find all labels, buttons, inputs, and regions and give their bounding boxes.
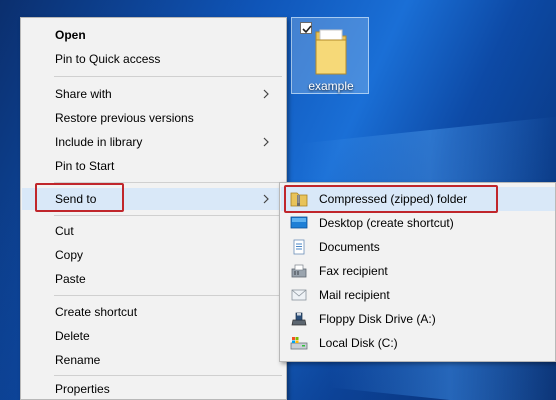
submenu-item-label: Fax recipient [319, 264, 388, 278]
menu-item-label: Create shortcut [55, 305, 138, 319]
documents-icon [293, 239, 305, 255]
desktop-item-example[interactable]: example [291, 17, 369, 94]
submenu-item-label: Floppy Disk Drive (A:) [319, 312, 436, 326]
fax-icon [291, 264, 307, 278]
menu-item-pin-start[interactable]: Pin to Start [22, 155, 285, 177]
menu-item-label: Pin to Quick access [55, 52, 161, 66]
send-to-submenu: Compressed (zipped) folder Desktop (crea… [279, 182, 556, 362]
menu-item-label: Rename [55, 353, 101, 367]
menu-item-copy[interactable]: Copy [22, 244, 285, 266]
menu-item-share-with[interactable]: Share with [22, 83, 285, 105]
menu-item-pin-quick-access[interactable]: Pin to Quick access [22, 48, 285, 70]
submenu-item-label: Local Disk (C:) [319, 336, 398, 350]
chevron-right-icon [263, 137, 269, 147]
menu-item-label: Restore previous versions [55, 111, 194, 125]
desktop-item-label: example [308, 79, 354, 93]
menu-separator [54, 375, 282, 376]
submenu-item-label: Compressed (zipped) folder [319, 192, 468, 206]
menu-item-label: Share with [55, 87, 112, 101]
mail-icon [291, 289, 307, 301]
menu-item-label: Include in library [55, 135, 143, 149]
menu-item-label: Properties [55, 382, 110, 396]
menu-item-properties[interactable]: Properties [22, 378, 285, 400]
menu-item-delete[interactable]: Delete [22, 325, 285, 347]
floppy-drive-icon [291, 312, 307, 326]
menu-item-label: Copy [55, 248, 84, 262]
send-to-mail-recipient[interactable]: Mail recipient [281, 283, 555, 307]
menu-item-label: Send to [55, 192, 97, 206]
menu-item-label: Delete [55, 329, 90, 343]
menu-separator [54, 295, 282, 296]
desktop-icon [290, 216, 308, 229]
menu-item-label: Pin to Start [55, 159, 115, 173]
selection-checkbox[interactable] [300, 22, 312, 34]
send-to-floppy-drive[interactable]: Floppy Disk Drive (A:) [281, 307, 555, 331]
submenu-item-label: Desktop (create shortcut) [319, 216, 454, 230]
send-to-local-disk[interactable]: Local Disk (C:) [281, 331, 555, 355]
menu-item-label: Open [55, 28, 86, 42]
local-disk-icon [290, 337, 308, 350]
menu-item-rename[interactable]: Rename [22, 349, 285, 371]
menu-item-label: Cut [55, 224, 74, 238]
chevron-right-icon [263, 89, 269, 99]
menu-item-restore-versions[interactable]: Restore previous versions [22, 107, 285, 129]
send-to-documents[interactable]: Documents [281, 235, 555, 259]
menu-item-send-to[interactable]: Send to [22, 188, 285, 210]
submenu-item-label: Mail recipient [319, 288, 390, 302]
send-to-desktop[interactable]: Desktop (create shortcut) [281, 211, 555, 235]
chevron-right-icon [263, 194, 269, 204]
send-to-compressed-folder[interactable]: Compressed (zipped) folder [281, 187, 555, 211]
zip-folder-icon [290, 192, 308, 207]
menu-item-cut[interactable]: Cut [22, 220, 285, 242]
menu-item-include-library[interactable]: Include in library [22, 131, 285, 153]
menu-item-label: Paste [55, 272, 86, 286]
send-to-fax-recipient[interactable]: Fax recipient [281, 259, 555, 283]
menu-separator [54, 215, 282, 216]
menu-separator [54, 182, 282, 183]
submenu-item-label: Documents [319, 240, 380, 254]
context-menu: Open Pin to Quick access Share with Rest… [20, 17, 287, 400]
menu-item-open[interactable]: Open [22, 24, 285, 46]
menu-item-create-shortcut[interactable]: Create shortcut [22, 301, 285, 323]
menu-item-paste[interactable]: Paste [22, 268, 285, 290]
menu-separator [54, 76, 282, 77]
folder-icon [315, 29, 347, 75]
